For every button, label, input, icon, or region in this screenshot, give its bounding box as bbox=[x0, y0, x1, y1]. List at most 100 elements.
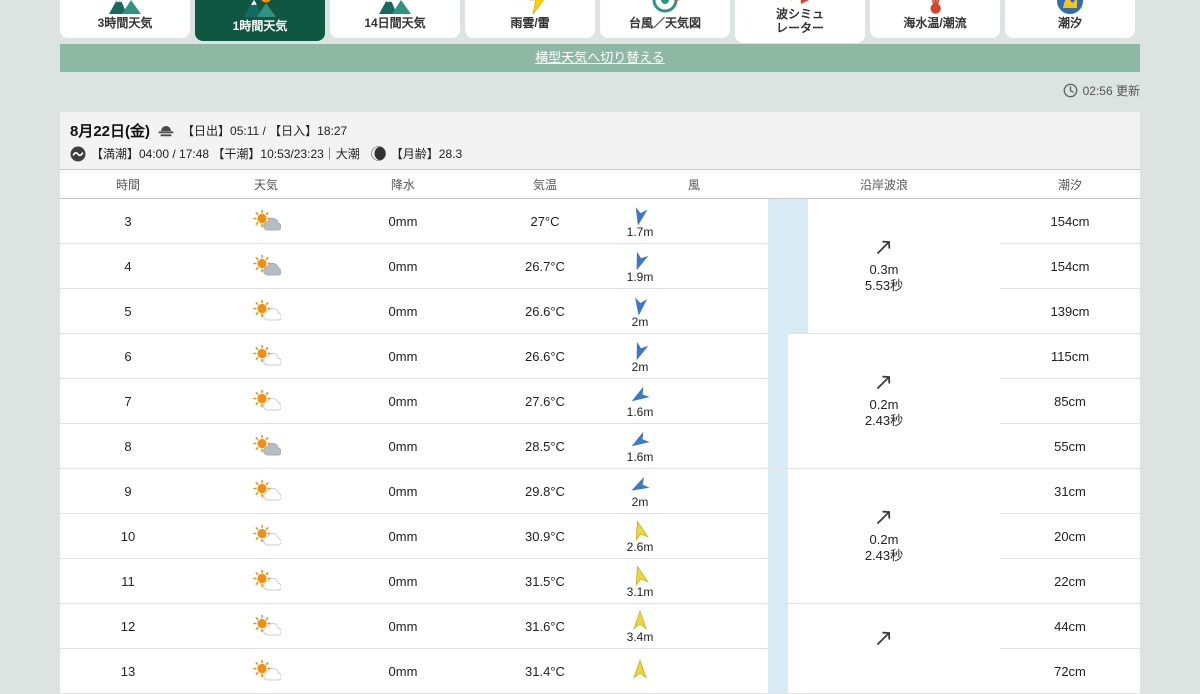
tab-label: 雨雲/雷 bbox=[510, 17, 549, 31]
wind-cell bbox=[620, 649, 768, 694]
time-cell: 13 bbox=[60, 649, 196, 694]
tab-wavesim[interactable]: 波シミュ レーター bbox=[735, 0, 865, 43]
tide-cell: 85cm bbox=[1000, 379, 1140, 424]
tab-tide[interactable]: 潮汐 bbox=[1005, 0, 1135, 38]
sunrise-icon bbox=[157, 124, 175, 137]
sun-gray-cloud-icon bbox=[251, 254, 281, 276]
tide-cell: 115cm bbox=[1000, 334, 1140, 379]
update-time: 02:56 更新 bbox=[1063, 82, 1140, 99]
tab-radar[interactable]: 雨雲/雷 bbox=[465, 0, 595, 38]
wind-cell: 1.6m bbox=[620, 379, 768, 424]
wave-height: 0.3m bbox=[870, 262, 899, 277]
wind-speed: 1.6m bbox=[627, 406, 654, 418]
tab-seatemp[interactable]: 海水温/潮流 bbox=[870, 0, 1000, 38]
tab-label: 波シミュ レーター bbox=[776, 8, 824, 36]
tab-3hour[interactable]: 3時間天気 bbox=[60, 0, 190, 38]
wave-cell: 0.2m2.43秒 bbox=[768, 469, 1000, 604]
precip-cell: 0mm bbox=[336, 289, 470, 334]
date-header: 8月22日(金) 【日出】05:11 / 【日入】18:27 【満潮】04:00… bbox=[60, 112, 1140, 169]
rain-lightning-icon bbox=[513, 0, 547, 16]
switch-layout-banner: 横型天気へ切り替える bbox=[60, 44, 1140, 72]
wind-cell: 1.9m bbox=[620, 244, 768, 289]
precip-cell: 0mm bbox=[336, 244, 470, 289]
sun-white-cloud-icon bbox=[251, 479, 281, 501]
time-cell: 9 bbox=[60, 469, 196, 514]
update-time-label: 02:56 更新 bbox=[1083, 82, 1140, 99]
temp-cell: 30.9°C bbox=[470, 514, 620, 559]
time-cell: 11 bbox=[60, 559, 196, 604]
tab-1hour[interactable]: 1時間天気 bbox=[195, 0, 325, 41]
tide-wave-icon bbox=[70, 146, 86, 162]
sea-temp-icon bbox=[918, 0, 952, 16]
hour-row: 120mm31.6°C3.4m44cm bbox=[60, 604, 1140, 649]
wind-speed: 1.7m bbox=[627, 226, 654, 238]
wave-direction-icon bbox=[874, 628, 894, 648]
wave-height-band bbox=[768, 199, 808, 333]
precip-cell: 0mm bbox=[336, 334, 470, 379]
tide-cell: 139cm bbox=[1000, 289, 1140, 334]
hour-row: 90mm29.8°C2m0.2m2.43秒31cm bbox=[60, 469, 1140, 514]
wave-period: 5.53秒 bbox=[865, 278, 903, 293]
sun-white-cloud-icon bbox=[251, 344, 281, 366]
temp-cell: 31.4°C bbox=[470, 649, 620, 694]
tide-cell: 22cm bbox=[1000, 559, 1140, 604]
wind-direction-icon bbox=[629, 610, 651, 632]
wind-direction-icon bbox=[629, 659, 651, 681]
temp-cell: 27.6°C bbox=[470, 379, 620, 424]
wind-speed: 3.4m bbox=[627, 631, 654, 643]
sun-gray-cloud-icon bbox=[251, 209, 281, 231]
time-cell: 7 bbox=[60, 379, 196, 424]
weather-nav-tabs: 3時間天気 1時間天気 14日間天気 雨雲/雷 台風／天気図 波シミュ レーター 海水温/潮… bbox=[60, 0, 1135, 43]
weather-cell bbox=[196, 379, 336, 424]
weather-cell bbox=[196, 559, 336, 604]
time-cell: 6 bbox=[60, 334, 196, 379]
weather-cell bbox=[196, 604, 336, 649]
typhoon-icon bbox=[648, 0, 682, 16]
wind-speed: 2.6m bbox=[627, 541, 654, 553]
switch-layout-link[interactable]: 横型天気へ切り替える bbox=[535, 50, 665, 65]
sun-white-cloud-icon bbox=[251, 569, 281, 591]
precip-cell: 0mm bbox=[336, 199, 470, 244]
wave-direction-icon bbox=[874, 507, 894, 527]
tide-icon bbox=[1053, 0, 1087, 16]
weather-cell bbox=[196, 649, 336, 694]
wave-direction-icon bbox=[874, 372, 894, 392]
tab-label: 潮汐 bbox=[1058, 17, 1082, 31]
mountain-weather-icon bbox=[243, 0, 277, 19]
precip-cell: 0mm bbox=[336, 424, 470, 469]
tab-label: 14日間天気 bbox=[364, 17, 425, 31]
wind-speed: 2m bbox=[632, 496, 649, 508]
weather-cell bbox=[196, 334, 336, 379]
wave-cell: 0.3m5.53秒 bbox=[768, 199, 1000, 334]
temp-cell: 26.6°C bbox=[470, 289, 620, 334]
wind-speed: 2m bbox=[632, 316, 649, 328]
tab-label: 1時間天気 bbox=[233, 20, 288, 34]
tab-14day[interactable]: 14日間天気 bbox=[330, 0, 460, 38]
sun-white-cloud-icon bbox=[251, 659, 281, 681]
time-cell: 12 bbox=[60, 604, 196, 649]
tab-label: 3時間天気 bbox=[98, 17, 153, 31]
tab-label: 台風／天気図 bbox=[629, 17, 701, 31]
wind-speed: 1.6m bbox=[627, 451, 654, 463]
sunrise-sunset-info: 【日出】05:11 / 【日入】18:27 bbox=[182, 122, 347, 139]
precip-cell: 0mm bbox=[336, 514, 470, 559]
wave-height: 0.2m bbox=[870, 397, 899, 412]
weather-cell bbox=[196, 199, 336, 244]
forecast-card: 8月22日(金) 【日出】05:11 / 【日入】18:27 【満潮】04:00… bbox=[60, 112, 1140, 694]
tab-typhoon[interactable]: 台風／天気図 bbox=[600, 0, 730, 38]
time-cell: 4 bbox=[60, 244, 196, 289]
wind-direction-icon bbox=[629, 250, 651, 272]
wind-direction-icon bbox=[629, 475, 651, 497]
precip-cell: 0mm bbox=[336, 559, 470, 604]
moon-phase-icon bbox=[371, 146, 386, 161]
wind-cell: 2m bbox=[620, 469, 768, 514]
tide-cell: 55cm bbox=[1000, 424, 1140, 469]
tide-cell: 31cm bbox=[1000, 469, 1140, 514]
temp-cell: 26.6°C bbox=[470, 334, 620, 379]
wave-cell bbox=[768, 604, 1000, 694]
tide-cell: 72cm bbox=[1000, 649, 1140, 694]
temp-cell: 28.5°C bbox=[470, 424, 620, 469]
mountain-weather-icon bbox=[108, 0, 142, 16]
wave-period: 2.43秒 bbox=[865, 548, 903, 563]
wind-speed: 3.1m bbox=[627, 586, 654, 598]
